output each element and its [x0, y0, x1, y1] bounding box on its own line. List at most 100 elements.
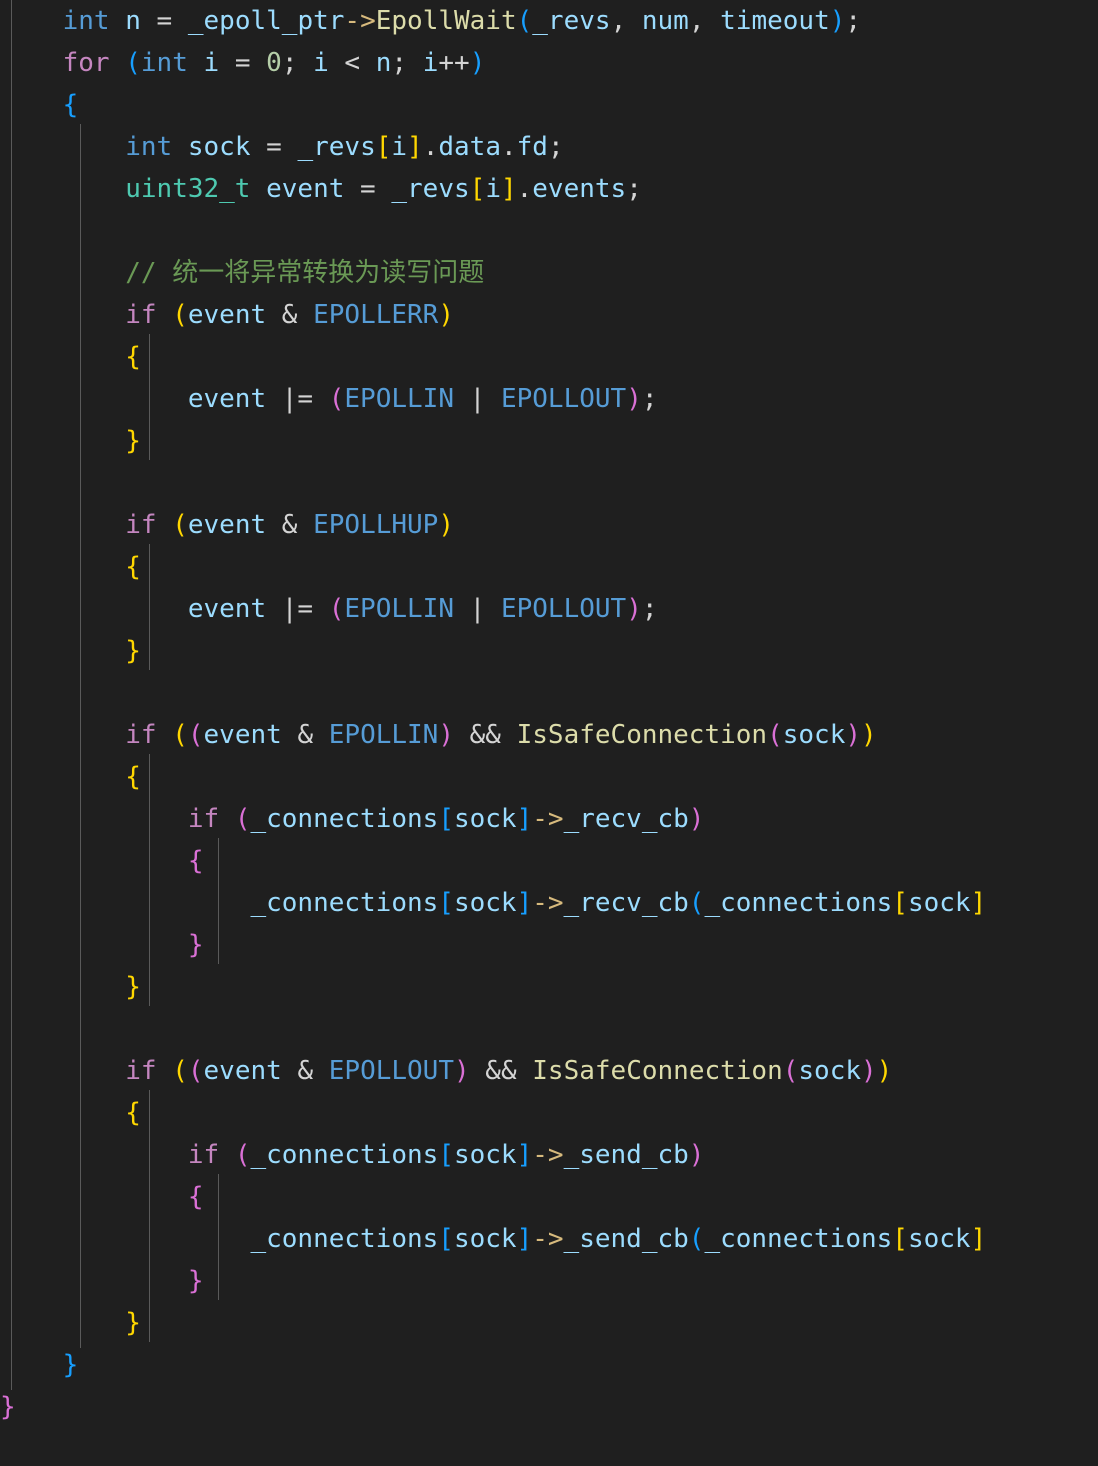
- code-token: _recv_cb: [563, 804, 689, 834]
- code-line[interactable]: {: [0, 1092, 141, 1134]
- code-token: }: [187, 1266, 204, 1296]
- code-line[interactable]: if ((event & EPOLLOUT) && IsSafeConnecti…: [0, 1050, 892, 1092]
- code-line[interactable]: }: [0, 1260, 204, 1302]
- code-line[interactable]: }: [0, 1386, 16, 1428]
- code-token: &: [281, 720, 329, 750]
- code-token: int: [125, 132, 173, 162]
- code-token: }: [187, 930, 204, 960]
- code-line[interactable]: if (_connections[sock]->_send_cb): [0, 1134, 705, 1176]
- code-line[interactable]: for (int i = 0; i < n; i++): [0, 42, 486, 84]
- code-token: (: [172, 720, 188, 750]
- code-token: IsSafeConnection: [516, 720, 768, 750]
- code-token: num: [641, 6, 689, 36]
- code-token: ;: [641, 594, 658, 624]
- code-line[interactable]: }: [0, 630, 141, 672]
- code-token: ): [829, 6, 846, 36]
- code-line[interactable]: _connections[sock]->_recv_cb(_connection…: [0, 882, 986, 924]
- code-token: ): [438, 510, 454, 540]
- code-token: ]: [516, 1140, 533, 1170]
- code-token: (: [234, 804, 251, 834]
- code-token: ): [438, 300, 454, 330]
- code-token: ]: [407, 132, 423, 162]
- code-token: sock: [187, 132, 251, 162]
- code-token: n: [125, 6, 141, 36]
- code-token: ;: [281, 48, 314, 78]
- code-token: }: [125, 972, 141, 1002]
- code-line[interactable]: // 统一将异常转换为读写问题: [0, 252, 484, 294]
- code-line[interactable]: _connections[sock]->_send_cb(_connection…: [0, 1218, 986, 1260]
- code-token: _send_cb: [563, 1224, 689, 1254]
- code-token: ;: [391, 48, 423, 78]
- code-token: {: [125, 1098, 141, 1128]
- code-token: _connections: [704, 888, 893, 918]
- code-token: }: [0, 1392, 16, 1422]
- code-token: _epoll_ptr: [187, 6, 345, 36]
- code-editor[interactable]: int n = _epoll_ptr->EpollWait(_revs, num…: [0, 0, 1098, 1466]
- code-line[interactable]: event |= (EPOLLIN | EPOLLOUT);: [0, 378, 658, 420]
- code-line[interactable]: uint32_t event = _revs[i].events;: [0, 168, 642, 210]
- code-token: i: [485, 174, 501, 204]
- code-token: &&: [469, 1056, 533, 1086]
- code-token: ->: [532, 1224, 564, 1254]
- code-line[interactable]: }: [0, 924, 204, 966]
- code-token: EPOLLHUP: [313, 510, 439, 540]
- code-line[interactable]: {: [0, 840, 204, 882]
- code-line[interactable]: {: [0, 1176, 204, 1218]
- code-line[interactable]: }: [0, 420, 141, 462]
- code-token: event: [266, 174, 345, 204]
- code-token: _connections: [250, 1140, 439, 1170]
- code-token: sock: [453, 1140, 517, 1170]
- code-token: (: [234, 1140, 251, 1170]
- code-line[interactable]: }: [0, 966, 141, 1008]
- code-token: (: [187, 1056, 204, 1086]
- code-line[interactable]: {: [0, 84, 79, 126]
- code-surface[interactable]: int n = _epoll_ptr->EpollWait(_revs, num…: [0, 0, 1098, 1466]
- code-line[interactable]: if ((event & EPOLLIN) && IsSafeConnectio…: [0, 714, 876, 756]
- code-token: {: [62, 90, 79, 120]
- code-token: (: [688, 888, 705, 918]
- code-token: (: [172, 510, 188, 540]
- code-token: events: [532, 174, 627, 204]
- code-line[interactable]: int n = _epoll_ptr->EpollWait(_revs, num…: [0, 0, 861, 42]
- code-token: (: [328, 384, 345, 414]
- code-token: ): [626, 594, 642, 624]
- code-token: ): [688, 804, 705, 834]
- code-line[interactable]: if (event & EPOLLHUP): [0, 504, 454, 546]
- code-token: if: [125, 1056, 157, 1086]
- code-token: if: [187, 1140, 220, 1170]
- code-token: data: [438, 132, 501, 162]
- code-token: ->: [344, 6, 376, 36]
- code-line[interactable]: }: [0, 1302, 141, 1344]
- code-token: }: [125, 1308, 141, 1338]
- code-token: &: [266, 300, 314, 330]
- code-token: (: [328, 594, 345, 624]
- code-line[interactable]: int sock = _revs[i].data.fd;: [0, 126, 563, 168]
- code-token: [: [892, 888, 908, 918]
- code-token: ;: [845, 6, 862, 36]
- code-token: ): [861, 1056, 877, 1086]
- code-line[interactable]: }: [0, 1344, 79, 1386]
- code-token: ]: [516, 804, 533, 834]
- code-token: sock: [907, 888, 971, 918]
- code-line[interactable]: {: [0, 756, 141, 798]
- code-token: event: [187, 300, 267, 330]
- code-token: [: [438, 804, 454, 834]
- code-token: ->: [532, 888, 564, 918]
- code-token: ]: [516, 888, 533, 918]
- code-token: i: [391, 132, 408, 162]
- code-line[interactable]: {: [0, 546, 141, 588]
- code-line[interactable]: {: [0, 336, 141, 378]
- code-line[interactable]: event |= (EPOLLIN | EPOLLOUT);: [0, 588, 658, 630]
- code-line[interactable]: if (event & EPOLLERR): [0, 294, 454, 336]
- code-line[interactable]: if (_connections[sock]->_recv_cb): [0, 798, 705, 840]
- code-token: [: [438, 888, 454, 918]
- code-token: ): [454, 1056, 470, 1086]
- code-token: event: [187, 384, 267, 414]
